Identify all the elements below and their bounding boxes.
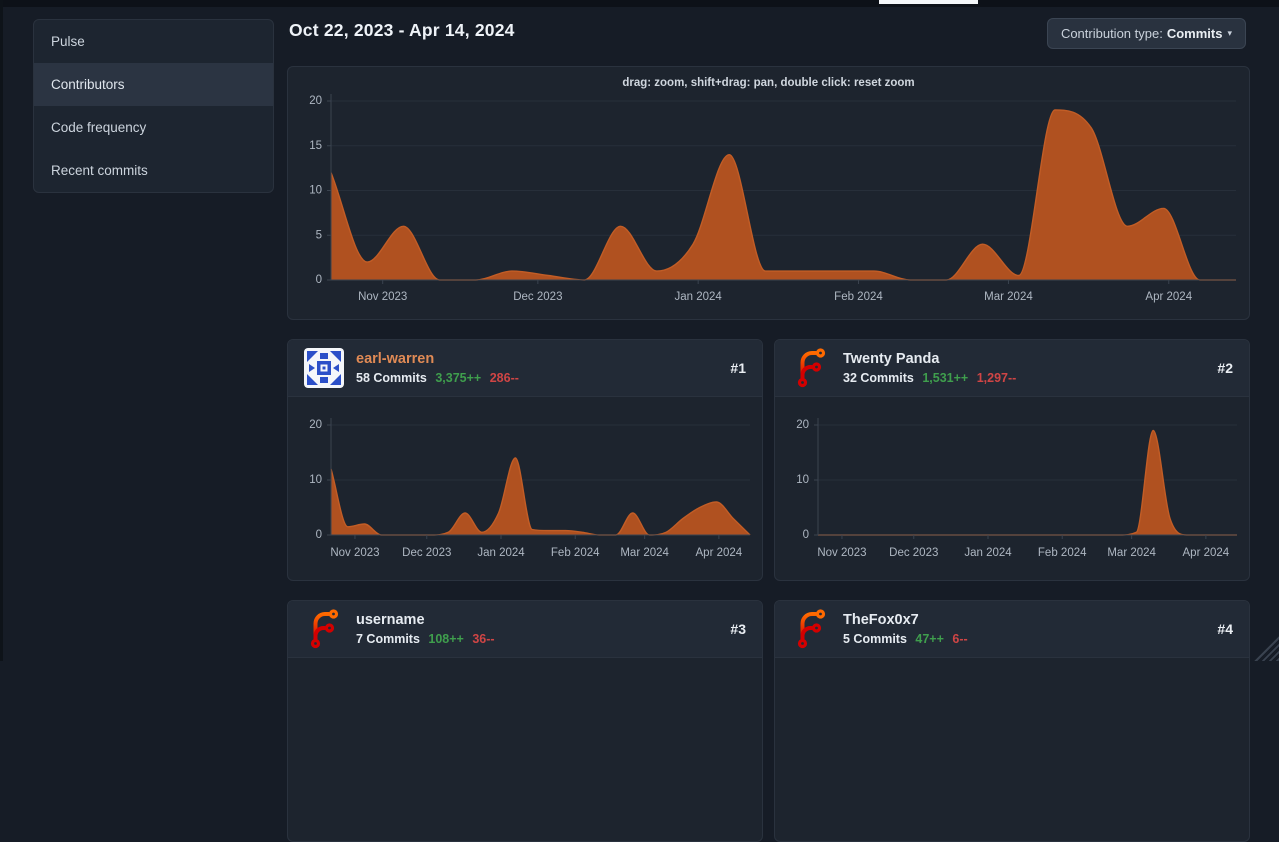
x-axis-label: Dec 2023 — [513, 291, 562, 303]
contributor-stats: 7 Commits 108++ 36-- — [356, 632, 730, 646]
x-axis-label: Jan 2024 — [675, 291, 723, 303]
sidebar-item-recent-commits[interactable]: Recent commits — [34, 149, 273, 192]
date-range-heading: Oct 22, 2023 - Apr 14, 2024 — [289, 20, 515, 41]
commits-area-series — [818, 431, 1237, 536]
y-axis-label: 0 — [803, 529, 809, 541]
deletions-count: 36-- — [472, 632, 494, 646]
contributor-card-header: TheFox0x7 5 Commits 47++ 6-- #4 — [775, 601, 1249, 658]
window-left-edge — [0, 0, 3, 661]
x-axis-label: Mar 2024 — [620, 547, 669, 559]
overall-commits-chart[interactable]: 0 5 10 15 20 Nov 2023 Dec 2023 Jan 2024 Feb 2024… — [288, 67, 1249, 319]
commit-count: 7 Commits — [356, 632, 420, 646]
y-axis-label: 0 — [316, 274, 322, 286]
sidebar-item-contributors[interactable]: Contributors — [34, 63, 273, 106]
y-axis-label: 10 — [309, 474, 322, 486]
forgejo-logo-avatar — [304, 609, 344, 649]
contributor-card-header: username 7 Commits 108++ 36-- #3 — [288, 601, 762, 658]
additions-count: 1,531++ — [922, 371, 968, 385]
commits-area-series — [331, 458, 750, 535]
x-axis-label: Feb 2024 — [834, 291, 883, 303]
contributor-card: username 7 Commits 108++ 36-- #3 — [287, 600, 763, 842]
contribution-type-dropdown[interactable]: Contribution type: Commits ▾ — [1047, 18, 1246, 49]
commit-count: 5 Commits — [843, 632, 907, 646]
y-axis-label: 5 — [316, 229, 322, 241]
x-axis-label: Feb 2024 — [551, 547, 600, 559]
rank-badge: #3 — [730, 621, 746, 637]
contributor-stats: 32 Commits 1,531++ 1,297-- — [843, 371, 1217, 385]
y-axis-label: 20 — [796, 419, 809, 431]
x-axis-label: Apr 2024 — [1145, 291, 1192, 303]
contributor-name: TheFox0x7 — [843, 612, 1217, 629]
top-bar — [0, 0, 1279, 7]
contributor-card: TheFox0x7 5 Commits 47++ 6-- #4 — [774, 600, 1250, 842]
deletions-count: 286-- — [490, 371, 519, 385]
x-axis-label: Dec 2023 — [402, 547, 451, 559]
contributor-stats: 5 Commits 47++ 6-- — [843, 632, 1217, 646]
contributor-identity: username 7 Commits 108++ 36-- — [356, 612, 730, 646]
x-axis-label: Feb 2024 — [1038, 547, 1087, 559]
y-axis-label: 20 — [309, 95, 322, 107]
rank-badge: #2 — [1217, 360, 1233, 376]
window-resize-grip[interactable] — [1254, 636, 1279, 661]
y-axis-label: 10 — [309, 185, 322, 197]
contributor-identity: TheFox0x7 5 Commits 47++ 6-- — [843, 612, 1217, 646]
y-axis-label: 10 — [796, 474, 809, 486]
y-axis-label: 0 — [316, 529, 322, 541]
contributor-name: username — [356, 612, 730, 629]
x-axis-label: Mar 2024 — [984, 291, 1033, 303]
x-axis-label: Nov 2023 — [330, 547, 379, 559]
contributor-identity: Twenty Panda 32 Commits 1,531++ 1,297-- — [843, 351, 1217, 385]
rank-badge: #1 — [730, 360, 746, 376]
overall-contributions-panel: drag: zoom, shift+drag: pan, double clic… — [287, 66, 1250, 320]
contributor-card: Twenty Panda 32 Commits 1,531++ 1,297-- … — [774, 339, 1250, 581]
contributor-name: Twenty Panda — [843, 351, 1217, 368]
contributor-card: earl-warren 58 Commits 3,375++ 286-- #1 … — [287, 339, 763, 581]
additions-count: 108++ — [428, 632, 463, 646]
commits-area-series — [331, 110, 1236, 280]
y-axis-label: 15 — [309, 140, 322, 152]
contribution-type-label: Contribution type: — [1061, 26, 1163, 41]
x-axis-label: Apr 2024 — [696, 547, 743, 559]
y-axis-label: 20 — [309, 419, 322, 431]
contributor-card-header: Twenty Panda 32 Commits 1,531++ 1,297-- … — [775, 340, 1249, 397]
commit-count: 32 Commits — [843, 371, 914, 385]
forgejo-logo-avatar — [791, 609, 831, 649]
additions-count: 3,375++ — [435, 371, 481, 385]
contributor-name-link[interactable]: earl-warren — [356, 351, 730, 368]
deletions-count: 6-- — [952, 632, 967, 646]
contribution-type-value: Commits — [1167, 26, 1223, 41]
commit-count: 58 Commits — [356, 371, 427, 385]
x-axis-label: Jan 2024 — [477, 547, 525, 559]
contributor-commits-chart[interactable]: 0 10 20 Nov 2023 Dec 2023 Jan 2024 Feb 2024 Mar… — [288, 397, 762, 580]
forgejo-logo-avatar — [791, 348, 831, 388]
activity-sidebar-menu: Pulse Contributors Code frequency Recent… — [33, 19, 274, 193]
x-axis-label: Nov 2023 — [358, 291, 407, 303]
sidebar-item-pulse[interactable]: Pulse — [34, 20, 273, 63]
active-tab-indicator — [879, 0, 978, 4]
rank-badge: #4 — [1217, 621, 1233, 637]
identicon-avatar[interactable] — [304, 348, 344, 388]
contributor-card-header: earl-warren 58 Commits 3,375++ 286-- #1 — [288, 340, 762, 397]
x-axis-label: Jan 2024 — [964, 547, 1012, 559]
contributor-stats: 58 Commits 3,375++ 286-- — [356, 371, 730, 385]
chevron-down-icon: ▾ — [1227, 28, 1232, 39]
x-axis-label: Nov 2023 — [817, 547, 866, 559]
deletions-count: 1,297-- — [977, 371, 1017, 385]
additions-count: 47++ — [915, 632, 944, 646]
contributor-identity: earl-warren 58 Commits 3,375++ 286-- — [356, 351, 730, 385]
x-axis-label: Mar 2024 — [1107, 547, 1156, 559]
x-axis-label: Dec 2023 — [889, 547, 938, 559]
sidebar-item-code-frequency[interactable]: Code frequency — [34, 106, 273, 149]
x-axis-label: Apr 2024 — [1183, 547, 1230, 559]
contributor-commits-chart[interactable]: 0 10 20 Nov 2023 Dec 2023 Jan 2024 Feb 2024 Mar… — [775, 397, 1249, 580]
commits-line-series — [818, 431, 1237, 536]
